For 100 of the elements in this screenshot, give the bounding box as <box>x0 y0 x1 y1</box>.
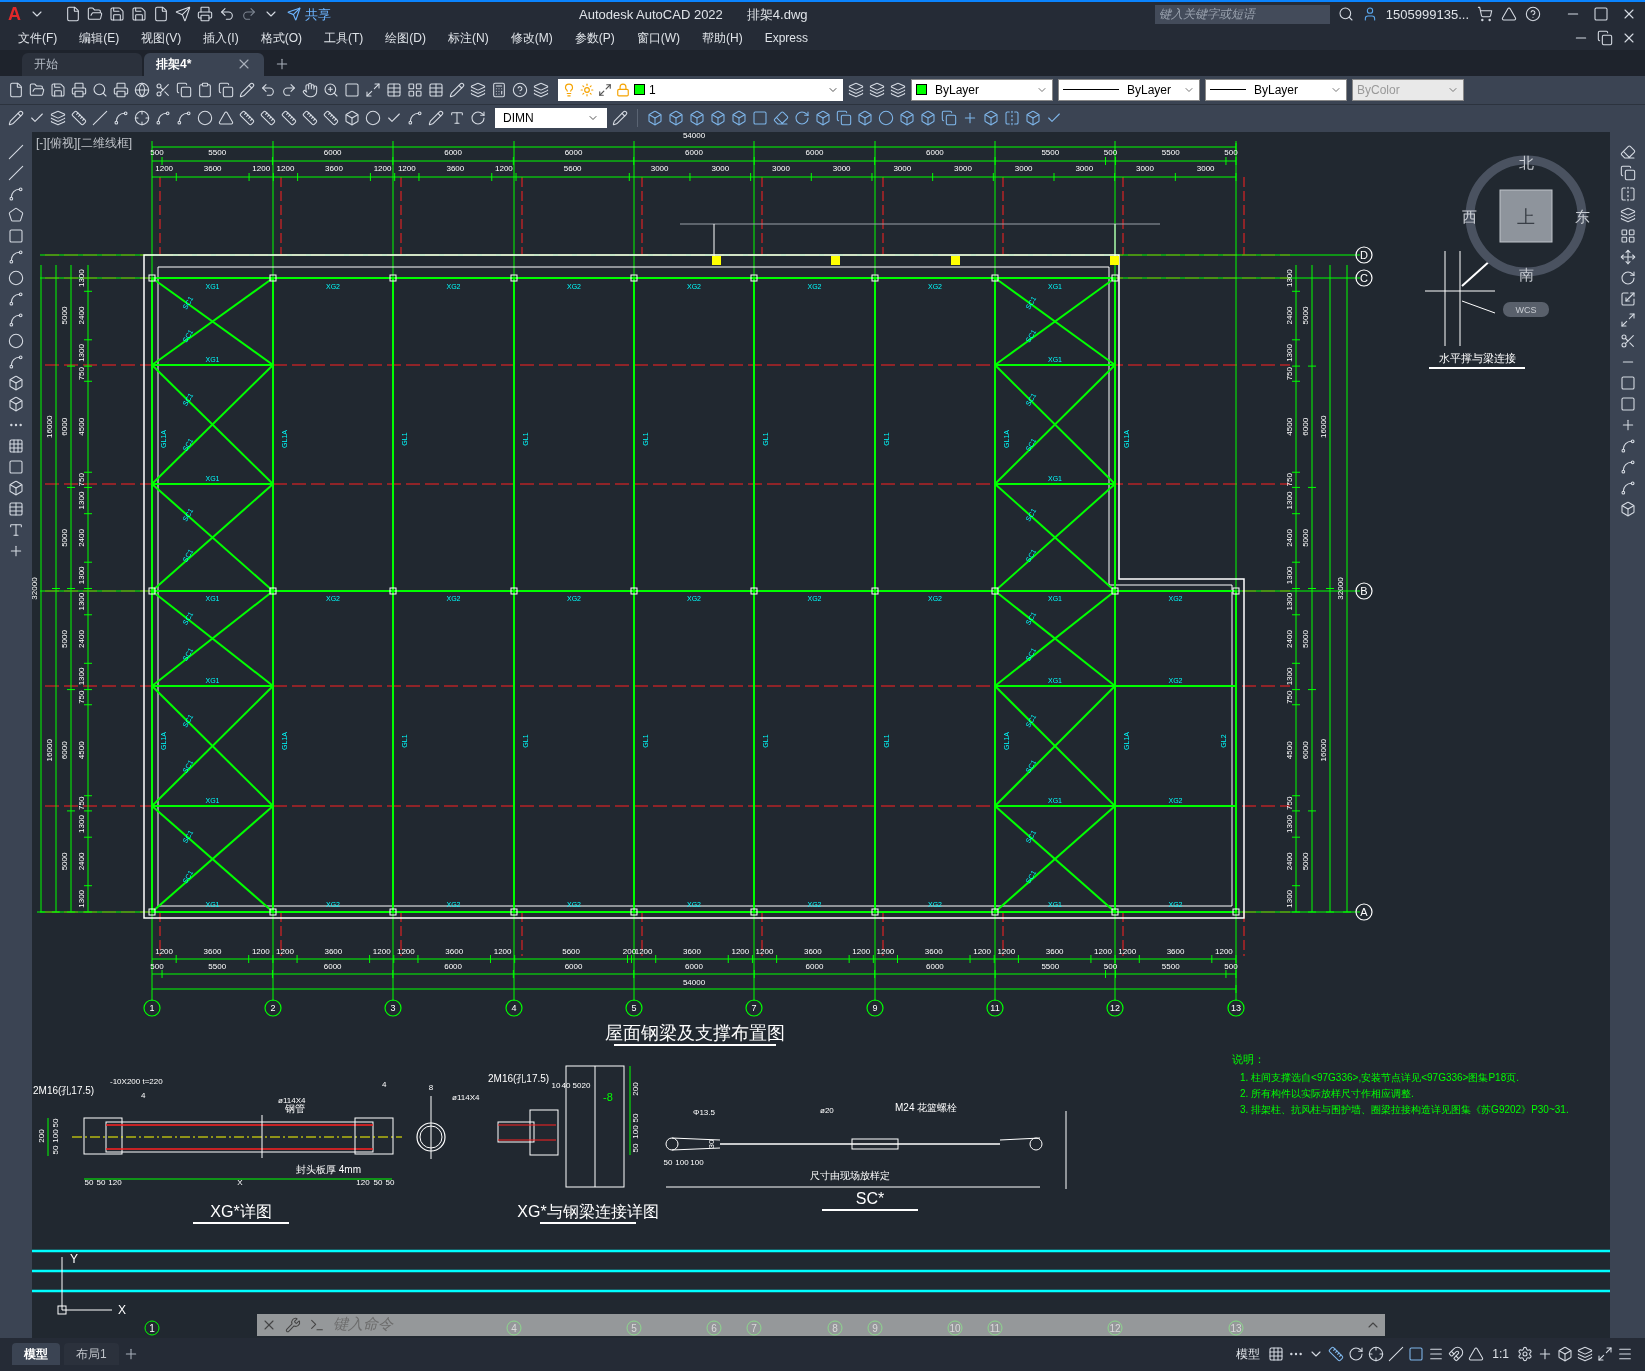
dimension-text: 5500 <box>1041 961 1060 971</box>
dimension-text: 1200 <box>495 163 513 173</box>
property-dropdown[interactable]: ByLayer <box>911 78 1053 101</box>
detail-annotation: 50 <box>373 1177 383 1187</box>
user-name[interactable]: 1505999135... <box>1385 4 1469 24</box>
grid-label: 9 <box>872 1002 878 1013</box>
compass-south[interactable]: 南 <box>1518 265 1534 283</box>
dimension-text: 2400 <box>77 306 86 325</box>
dimension-text: 16000 <box>1319 738 1328 761</box>
dimension-text: 6000 <box>444 147 462 157</box>
menu-item[interactable]: 视图(V) <box>141 29 182 48</box>
detail-annotation: 40 <box>561 1080 571 1090</box>
dimension-text: 1200 <box>634 946 653 956</box>
dimension-text: 16000 <box>45 738 54 761</box>
dimension-text: 3000 <box>650 163 669 173</box>
dimension-text: 6000 <box>685 147 703 157</box>
dimension-text: 6000 <box>685 961 703 971</box>
compass-east[interactable]: 东 <box>1574 207 1590 225</box>
dimension-text: 1300 <box>77 491 86 510</box>
dimension-text: 6000 <box>1301 741 1310 759</box>
dimension-text: 3600 <box>924 946 943 956</box>
note-text: 1. 柱间支撑选自<97G336>,安装节点详见<97G336>图集P18页. <box>1240 1071 1519 1083</box>
detail-annotation: 8 <box>428 1082 434 1092</box>
dimension-text: 1300 <box>1285 491 1294 510</box>
dimension-text: 500 <box>150 961 164 971</box>
document-tab[interactable]: 排架4* <box>144 52 264 76</box>
detail-annotation: 4 <box>141 1090 146 1100</box>
menu-item[interactable]: 窗口(W) <box>636 29 680 48</box>
dimension-style-dropdown[interactable]: DIMN <box>495 108 607 129</box>
dimension-text: 1300 <box>77 343 86 362</box>
layout-tab[interactable]: 模型 <box>12 1343 60 1366</box>
dimension-text: 2400 <box>1285 629 1294 648</box>
grid-label: 9 <box>872 1322 878 1334</box>
dimension-text: 1200 <box>155 163 174 173</box>
grid-label: 7 <box>751 1322 757 1334</box>
menu-item[interactable]: 插入(I) <box>203 29 239 48</box>
dimension-text: 3600 <box>324 946 343 956</box>
layout-tab[interactable]: 布局1 <box>64 1343 119 1366</box>
dimension-text: 3600 <box>1045 946 1064 956</box>
dimension-text: 5600 <box>563 163 582 173</box>
dimension-text: 1200 <box>1094 946 1112 956</box>
dimension-text: 1200 <box>1118 946 1137 956</box>
dimension-text: 3600 <box>683 946 701 956</box>
menu-item[interactable]: 格式(O) <box>260 29 302 48</box>
detail-annotation: 120 <box>356 1177 370 1187</box>
viewport-label[interactable]: [-][俯视][二维线框] <box>36 133 132 152</box>
dimension-text: 1300 <box>1285 268 1294 287</box>
dimension-text: 2400 <box>1285 528 1294 547</box>
detail-annotation: 200 <box>37 1128 46 1143</box>
dimension-text: 32000 <box>32 577 39 600</box>
dimension-text: 750 <box>1285 472 1294 487</box>
property-dropdown[interactable]: ByLayer <box>1205 78 1347 101</box>
compass-north[interactable]: 北 <box>1518 153 1534 171</box>
menu-item[interactable]: 参数(P) <box>574 29 615 48</box>
notes-heading: 说明： <box>1232 1052 1265 1065</box>
dimension-text: 1200 <box>973 946 991 956</box>
dimension-text: 1200 <box>997 946 1016 956</box>
dimension-text: 6000 <box>564 961 583 971</box>
detail-annotation: ø20 <box>820 1105 834 1115</box>
menu-item[interactable]: 修改(M) <box>510 29 553 48</box>
property-dropdown[interactable]: ByLayer <box>1058 78 1200 101</box>
dimension-text: 5000 <box>1301 306 1310 325</box>
detail-annotation: -10X200 t=220 <box>110 1076 163 1086</box>
grid-label: 1 <box>149 1002 155 1013</box>
grid-label: 13 <box>1231 1002 1241 1013</box>
menu-item[interactable]: Express <box>764 29 808 48</box>
grid-label: 2 <box>270 1002 276 1013</box>
dimension-text: 2400 <box>77 629 86 648</box>
dimension-text: 1300 <box>1285 566 1294 584</box>
dimension-text: 2400 <box>77 852 86 870</box>
detail-annotation: -8 <box>603 1090 613 1103</box>
layer-dropdown[interactable]: 1 <box>558 78 843 101</box>
detail-annotation: 50 <box>84 1177 94 1187</box>
document-tab[interactable]: 开始 <box>22 52 142 76</box>
search-field[interactable]: 键入关键字或短语 <box>1154 4 1330 24</box>
menu-item[interactable]: 编辑(E) <box>79 29 120 48</box>
dimension-text: 1300 <box>1285 592 1294 611</box>
detail-annotation: 100 <box>51 1128 60 1143</box>
dimension-text: 3000 <box>772 163 790 173</box>
dimension-text: 1300 <box>1285 889 1294 908</box>
dimension-text: 3000 <box>711 163 730 173</box>
file-name: 排架4.dwg <box>746 5 808 24</box>
annotation-scale[interactable]: 1:1 <box>1488 1345 1513 1364</box>
dimension-text: 1300 <box>77 592 86 611</box>
menu-item[interactable]: 标注(N) <box>448 29 489 48</box>
model-space-button[interactable]: 模型 <box>1232 1345 1265 1364</box>
compass-west[interactable]: 西 <box>1461 207 1477 225</box>
detail-annotation: 4 <box>382 1079 387 1089</box>
share-button[interactable]: 共享 <box>287 4 331 24</box>
menu-item[interactable]: 绘图(D) <box>385 29 426 48</box>
menu-item[interactable]: 工具(T) <box>324 29 364 48</box>
menu-item[interactable]: 帮助(H) <box>702 29 743 48</box>
menu-item[interactable]: 文件(F) <box>18 29 58 48</box>
dimension-text: 5500 <box>208 147 227 157</box>
detail-annotation: X <box>237 1177 243 1187</box>
detail-annotation: 100 <box>631 1124 640 1139</box>
dimension-text: 6000 <box>564 147 583 157</box>
dimension-text: 4500 <box>77 741 86 759</box>
dimension-text: 5000 <box>60 528 69 547</box>
grid-label: 13 <box>1230 1322 1242 1334</box>
